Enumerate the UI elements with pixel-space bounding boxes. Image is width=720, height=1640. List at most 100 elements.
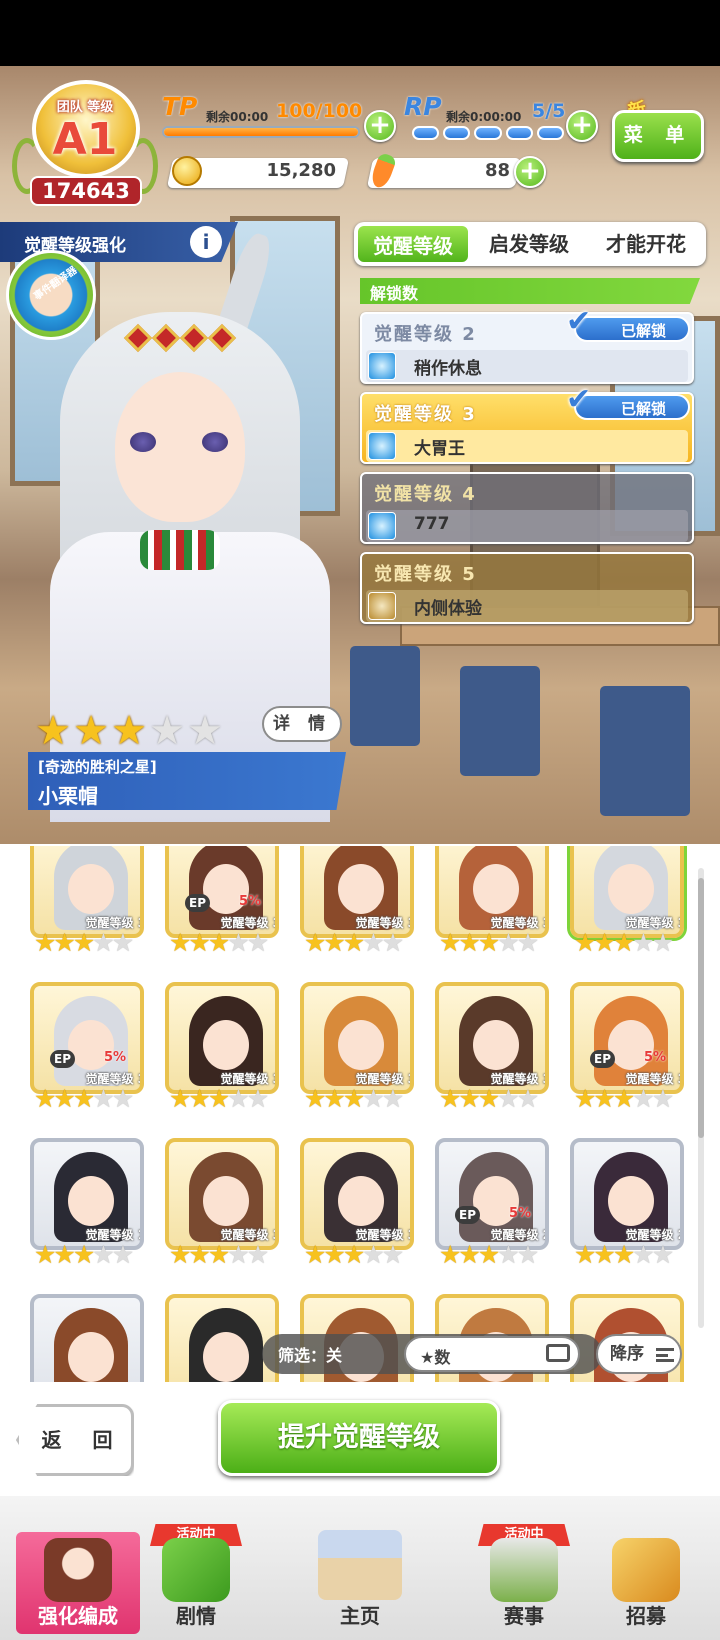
roster-card[interactable]: 觉醒等级 3 ★★★★★ xyxy=(298,846,416,958)
info-button[interactable]: i xyxy=(190,226,222,258)
star-filled-icon: ★ xyxy=(169,1084,191,1113)
star-filled-icon: ★ xyxy=(207,1084,230,1113)
star-empty-icon: ★ xyxy=(227,1240,249,1269)
nav-label: 剧情 xyxy=(176,1604,216,1628)
sort-switch-icon[interactable] xyxy=(546,1344,570,1362)
rp-segment xyxy=(412,126,440,140)
details-button[interactable]: 详 情 xyxy=(262,706,342,742)
star-filled-icon: ★ xyxy=(304,1240,326,1269)
menu-button[interactable]: 菜 单 xyxy=(612,110,704,162)
nav-scout[interactable]: 招募 xyxy=(584,1532,708,1634)
star-filled-icon: ★ xyxy=(304,928,326,957)
nav-enhance-formation[interactable]: 强化编成 xyxy=(16,1532,140,1634)
ep-percent: 5% xyxy=(509,1206,532,1221)
tab-awakening-level[interactable]: 觉醒等级 xyxy=(356,224,470,264)
skill-row: 稍作休息 xyxy=(366,350,688,382)
roster-card[interactable]: 觉醒等级 3 ★★★★★ xyxy=(28,846,146,958)
awakening-level-card[interactable]: 觉醒等级 5 内侧体验 xyxy=(360,552,694,624)
tab-talent-bloom[interactable]: 才能开花 xyxy=(588,224,704,264)
event-translator-badge[interactable]: 事件翻译器 xyxy=(6,250,96,340)
ep-percent: 5% xyxy=(239,894,262,909)
star-empty-icon: ★ xyxy=(92,1084,114,1113)
star-filled-icon: ★ xyxy=(323,928,345,957)
star-empty-icon: ★ xyxy=(111,928,134,957)
tp-remaining: 剩余00:00 xyxy=(206,110,269,124)
card-stars: ★★★★★ xyxy=(304,1242,414,1268)
tab-inspiration-level[interactable]: 启发等级 xyxy=(472,224,586,264)
roster-card[interactable]: 觉醒等级 3 ★★★★★ xyxy=(163,1136,281,1270)
card-frame: 觉醒等级 3 xyxy=(435,982,549,1094)
star-filled-icon: ★ xyxy=(477,1084,500,1113)
star-empty-icon: ★ xyxy=(632,1084,654,1113)
star-empty-icon: ★ xyxy=(362,1240,384,1269)
nav-home[interactable]: 主页 xyxy=(296,1524,424,1628)
roster-card[interactable]: 觉醒等级 3 ★★★★★ xyxy=(298,980,416,1114)
card-stars: ★★★★★ xyxy=(34,1086,144,1112)
star-empty-icon: ★ xyxy=(497,928,519,957)
filter-toggle[interactable]: 筛选：关 xyxy=(278,1342,342,1366)
star-empty-icon: ★ xyxy=(516,1084,539,1113)
rarity-stars: ★ ★ ★ ★ ★ xyxy=(34,708,244,754)
nav-story[interactable]: 剧情 xyxy=(134,1532,258,1634)
star-filled-icon: ★ xyxy=(477,928,500,957)
star-filled-icon: ★ xyxy=(612,1240,635,1269)
tp-label: TP xyxy=(162,92,198,121)
star-filled-icon: ★ xyxy=(188,928,210,957)
check-icon: ✔ xyxy=(566,382,592,417)
back-button[interactable]: 返 回 xyxy=(16,1404,134,1476)
unlocked-tag: 已解锁 xyxy=(574,316,690,342)
awakening-level-card[interactable]: 觉醒等级 4 777 xyxy=(360,472,694,544)
upgrade-awakening-button[interactable]: 提升觉醒等级 xyxy=(218,1400,500,1476)
roster-card[interactable]: EP 5% 觉醒等级 3 ★★★★★ xyxy=(28,980,146,1114)
race-track-icon xyxy=(490,1538,558,1602)
card-frame: 觉醒等级 3 xyxy=(300,1138,414,1250)
team-rank-badge[interactable]: 团队 等级 A1 174643 xyxy=(10,68,160,208)
roster-card[interactable]: 觉醒等级 3 ★★★★★ xyxy=(298,1136,416,1270)
star-empty-icon: ★ xyxy=(516,928,539,957)
star-filled-icon: ★ xyxy=(439,1084,461,1113)
card-stars: ★★★★★ xyxy=(439,1242,549,1268)
roster-card[interactable]: EP 5% 觉醒等级 3 ★★★★★ xyxy=(568,980,686,1114)
card-frame: EP 5% 觉醒等级 3 xyxy=(30,982,144,1094)
roster-card[interactable]: 觉醒等级 3 ★★★★★ xyxy=(433,846,551,958)
star-filled-icon: ★ xyxy=(593,928,615,957)
roster-card[interactable]: EP 5% 觉醒等级 3 ★★★★★ xyxy=(163,846,281,958)
roster-card[interactable]: 觉醒等级 3 ★★★★★ xyxy=(163,980,281,1114)
roster-card[interactable]: 觉醒等级 3 ★★★★★ xyxy=(568,846,686,958)
roster-card[interactable]: 觉醒等级 2 ★★★★★ xyxy=(568,1136,686,1270)
tp-add-button[interactable]: + xyxy=(364,110,396,142)
portrait-face xyxy=(203,1176,249,1226)
star-filled-icon: ★ xyxy=(612,1084,635,1113)
roster-card[interactable]: 觉醒等级 3 ★★★★★ xyxy=(433,980,551,1114)
roster-scrollbar-thumb[interactable] xyxy=(698,878,704,1138)
roster-card[interactable]: EP 5% 觉醒等级 2 ★★★★★ xyxy=(433,1136,551,1270)
home-building-icon xyxy=(318,1530,402,1600)
chair xyxy=(600,686,690,816)
roster-card[interactable]: 觉醒等级 1 ★★★★★ xyxy=(28,1136,146,1270)
skill-row: 内侧体验 xyxy=(366,590,688,622)
coin-count: 15,280 xyxy=(266,160,336,181)
star-empty-icon: ★ xyxy=(187,708,223,754)
star-filled-icon: ★ xyxy=(207,1240,230,1269)
nav-races[interactable]: 赛事 xyxy=(462,1532,586,1634)
carrot-add-button[interactable]: + xyxy=(514,156,546,188)
star-empty-icon: ★ xyxy=(381,1084,404,1113)
star-filled-icon: ★ xyxy=(477,1240,500,1269)
star-empty-icon: ★ xyxy=(246,928,269,957)
star-empty-icon: ★ xyxy=(149,708,185,754)
team-rank: A1 xyxy=(52,114,118,165)
card-frame: 觉醒等级 3 xyxy=(30,846,144,938)
roster-card[interactable] xyxy=(163,1292,281,1382)
rp-remaining: 剩余0:00:00 xyxy=(446,110,522,124)
card-frame: 觉醒等级 1 xyxy=(30,1138,144,1250)
roster-card[interactable] xyxy=(28,1292,146,1382)
chair xyxy=(350,646,420,746)
star-filled-icon: ★ xyxy=(72,928,95,957)
rp-add-button[interactable]: + xyxy=(566,110,598,142)
rp-label: RP xyxy=(404,92,442,121)
card-stars: ★★★★★ xyxy=(34,1242,144,1268)
enhance-icon xyxy=(44,1538,112,1602)
portrait-face xyxy=(203,1332,249,1382)
sort-order-button[interactable]: 降序 xyxy=(596,1334,682,1374)
character-roster-grid[interactable]: 觉醒等级 3 ★★★★★ EP 5% 觉醒等级 3 ★★★★★ 觉醒等级 3 ★★★★★ 觉醒等… xyxy=(28,846,698,1382)
